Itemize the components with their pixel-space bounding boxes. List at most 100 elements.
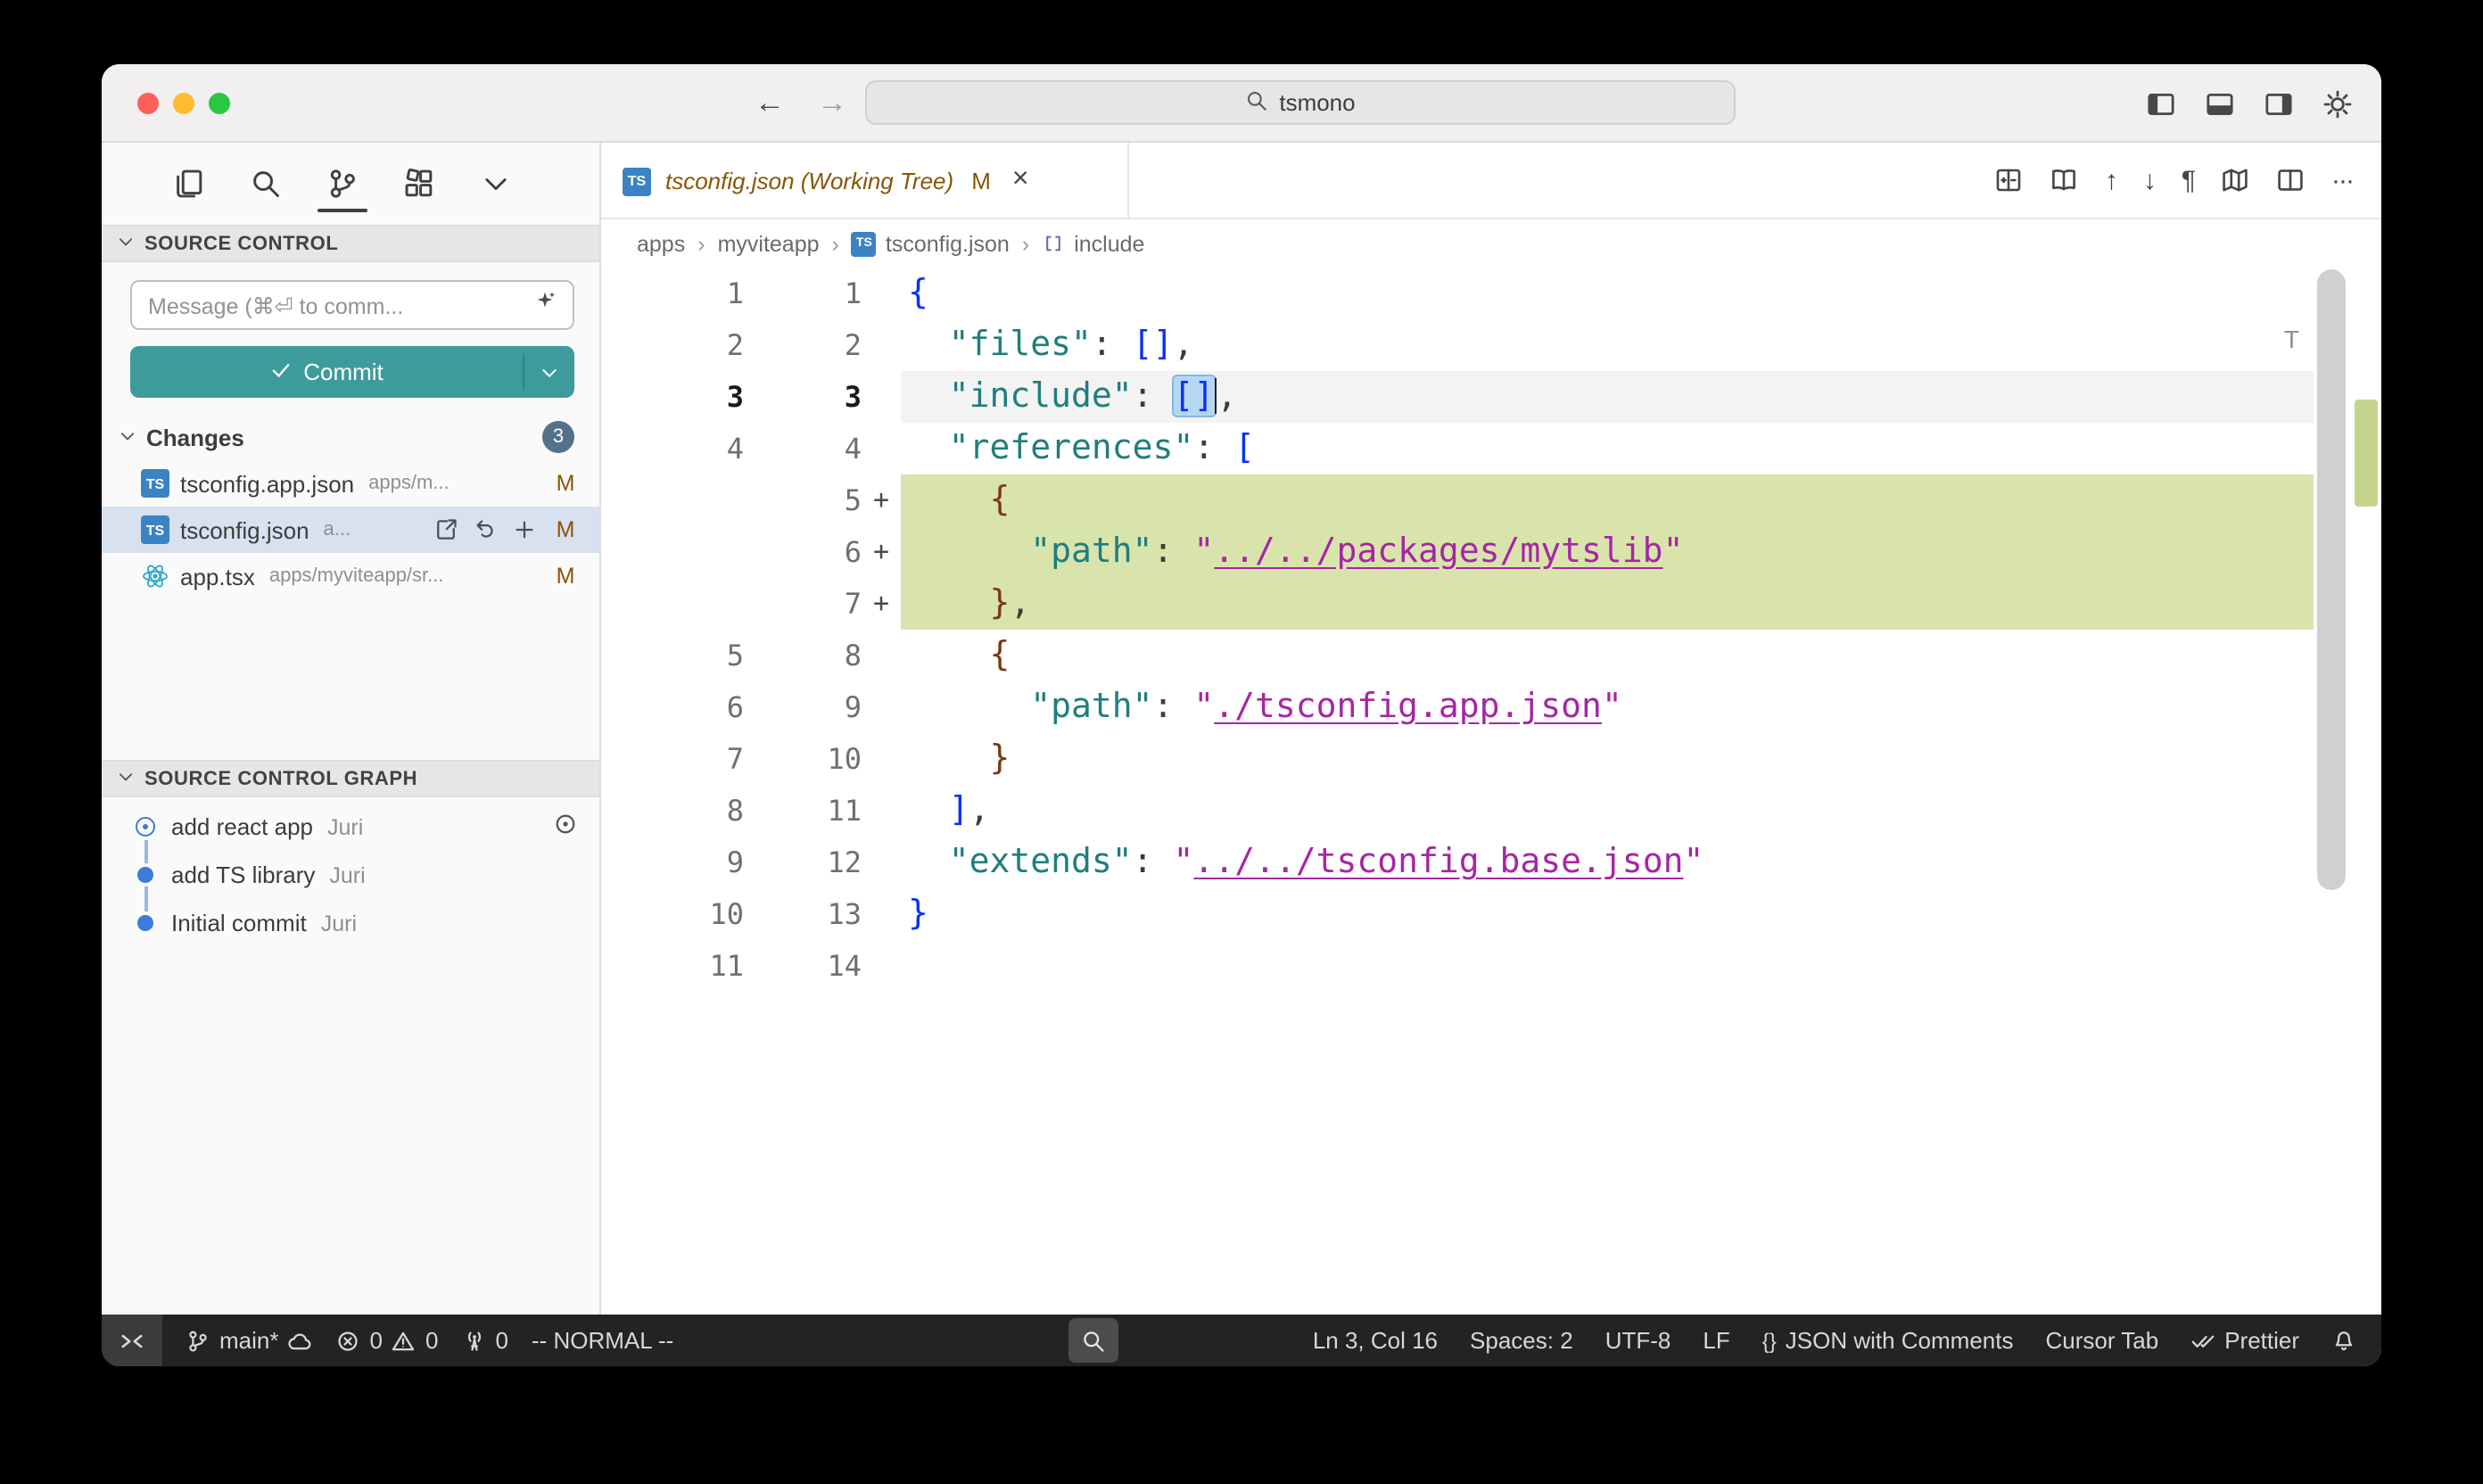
code-token	[908, 428, 949, 467]
layout-sidebar-icon[interactable]	[2146, 88, 2176, 119]
code-line-content[interactable]: "files": [],	[901, 319, 2314, 371]
titlebar: ← → tsmono	[102, 64, 2381, 143]
next-change-icon[interactable]: ↓	[2143, 167, 2155, 194]
code-line-content[interactable]: ],	[901, 785, 2314, 837]
layout-panel-icon[interactable]	[2205, 88, 2235, 119]
path-link[interactable]: ./tsconfig.app.json	[1214, 687, 1602, 726]
new-line-number: 11	[744, 785, 901, 837]
added-marker	[862, 268, 901, 319]
discard-changes-icon[interactable]	[473, 517, 498, 542]
commit-message: add react app	[171, 813, 313, 840]
indentation[interactable]: Spaces: 2	[1470, 1327, 1573, 1354]
formatter[interactable]: Prettier	[2190, 1327, 2299, 1354]
change-row-tsconfig.app.json[interactable]: TStsconfig.app.jsonapps/m...M	[102, 460, 599, 507]
old-line-number	[601, 474, 744, 526]
commit-message-input[interactable]: Message (⌘⏎ to comm...	[130, 280, 574, 330]
activity-source-control[interactable]	[326, 143, 359, 225]
commit-row[interactable]: add react appJuri	[102, 803, 599, 851]
graph-section-header[interactable]: SOURCE CONTROL GRAPH	[102, 760, 599, 797]
code-line-content[interactable]: }	[901, 733, 2314, 785]
changes-list: TStsconfig.app.jsonapps/m...MTStsconfig.…	[102, 460, 599, 599]
tab-tsconfig-working-tree[interactable]: TS tsconfig.json (Working Tree) M ×	[601, 143, 1129, 218]
code-line-content[interactable]: }	[901, 888, 2314, 940]
problems[interactable]: 00	[336, 1327, 439, 1354]
cursor-tab[interactable]: Cursor Tab	[2046, 1327, 2159, 1354]
ports[interactable]: 0	[461, 1327, 507, 1354]
map-icon[interactable]	[2221, 166, 2249, 194]
eol-selector[interactable]: LF	[1703, 1327, 1729, 1354]
bell-icon	[2331, 1328, 2356, 1353]
code-line-content[interactable]: },	[901, 578, 2314, 630]
code-line-content[interactable]: {	[901, 630, 2314, 681]
breadcrumb-include[interactable]: include	[1042, 231, 1144, 256]
code-token: []	[1133, 325, 1174, 364]
old-line-number: 5	[601, 630, 744, 681]
code-line-content[interactable]: "path": "./tsconfig.app.json"	[901, 681, 2314, 733]
code-line-content[interactable]: "references": [	[901, 423, 2314, 474]
code-line-content[interactable]: "extends": "../../tsconfig.base.json"	[901, 837, 2314, 888]
code-token: "references"	[949, 428, 1194, 467]
changes-section-header[interactable]: Changes 3	[102, 414, 599, 460]
code-line-content[interactable]	[901, 940, 2314, 992]
open-file-icon[interactable]	[433, 517, 458, 542]
old-line-number: 1	[601, 268, 744, 319]
back-button[interactable]: ←	[755, 87, 785, 120]
commit-row[interactable]: add TS libraryJuri	[102, 851, 599, 899]
language-mode-label: JSON with Comments	[1786, 1327, 2014, 1354]
breadcrumb-tsconfig.json[interactable]: TStsconfig.json	[852, 231, 1010, 256]
layout-secondary-sidebar-icon[interactable]	[2264, 88, 2294, 119]
git-branch-status[interactable]: main*	[186, 1327, 313, 1354]
tab-bar: TS tsconfig.json (Working Tree) M × ↑ ↓ ¶ ·…	[601, 143, 2381, 219]
extensions-icon	[403, 168, 435, 200]
code-line-content[interactable]: "path": "../../packages/mytslib"	[901, 526, 2314, 578]
command-center[interactable]: tsmono	[865, 80, 1736, 125]
chevron-down-icon	[116, 766, 136, 786]
open-preview-icon[interactable]	[2050, 166, 2078, 194]
activity-search[interactable]	[250, 143, 282, 225]
pilcrow-icon[interactable]: ¶	[2182, 167, 2194, 194]
remote-indicator[interactable]	[102, 1315, 162, 1366]
added-marker	[862, 319, 901, 371]
maximize-button[interactable]	[209, 93, 230, 114]
notifications-bell[interactable]	[2331, 1328, 2356, 1353]
stage-changes-icon[interactable]	[512, 517, 537, 542]
activity-explorer[interactable]	[173, 143, 205, 225]
cursor-position[interactable]: Ln 3, Col 16	[1313, 1327, 1438, 1354]
activity-more[interactable]	[480, 143, 512, 225]
activity-extensions[interactable]	[403, 143, 435, 225]
minimize-button[interactable]	[173, 93, 194, 114]
language-mode[interactable]: {}JSON with Comments	[1762, 1327, 2014, 1354]
code-line: 710 }	[601, 733, 2314, 785]
sparkle-icon[interactable]	[533, 289, 557, 312]
open-changes-icon[interactable]	[1994, 166, 2023, 194]
commit-dropdown-button[interactable]	[524, 346, 574, 398]
code-line-content[interactable]: {	[901, 268, 2314, 319]
path-link[interactable]: ../../tsconfig.base.json	[1193, 842, 1683, 881]
close-button[interactable]	[137, 93, 159, 114]
more-actions-icon[interactable]: ···	[2331, 167, 2353, 194]
change-row-app.tsx[interactable]: app.tsxapps/myviteapp/sr...M	[102, 553, 599, 599]
code-token	[908, 738, 990, 778]
code-token: {	[908, 273, 928, 312]
encoding[interactable]: UTF-8	[1605, 1327, 1671, 1354]
commit-button[interactable]: Commit	[130, 346, 523, 398]
path-link[interactable]: ../../packages/mytslib	[1214, 532, 1662, 571]
split-editor-icon[interactable]	[2276, 166, 2305, 194]
breadcrumb-label: include	[1074, 231, 1144, 256]
commit-action[interactable]	[553, 812, 578, 842]
source-control-section-header[interactable]: SOURCE CONTROL	[102, 225, 599, 262]
code-line-content[interactable]: "include": [],	[901, 371, 2314, 423]
scrollbar-thumb[interactable]	[2317, 269, 2346, 890]
zoom-indicator[interactable]	[1068, 1318, 1118, 1363]
breadcrumb-apps[interactable]: apps	[637, 231, 685, 256]
previous-change-icon[interactable]: ↑	[2105, 167, 2116, 194]
change-row-tsconfig.json[interactable]: TStsconfig.jsona...M	[102, 507, 599, 553]
forward-button[interactable]: →	[817, 87, 847, 120]
tab-close-button[interactable]: ×	[1012, 164, 1029, 196]
code-line-content[interactable]: {	[901, 474, 2314, 526]
vim-mode[interactable]: -- NORMAL --	[532, 1327, 673, 1354]
settings-gear-icon[interactable]	[2322, 88, 2353, 119]
breadcrumb-myviteapp[interactable]: myviteapp	[718, 231, 820, 256]
cursor-position-label: Ln 3, Col 16	[1313, 1327, 1438, 1354]
commit-row[interactable]: Initial commitJuri	[102, 899, 599, 947]
